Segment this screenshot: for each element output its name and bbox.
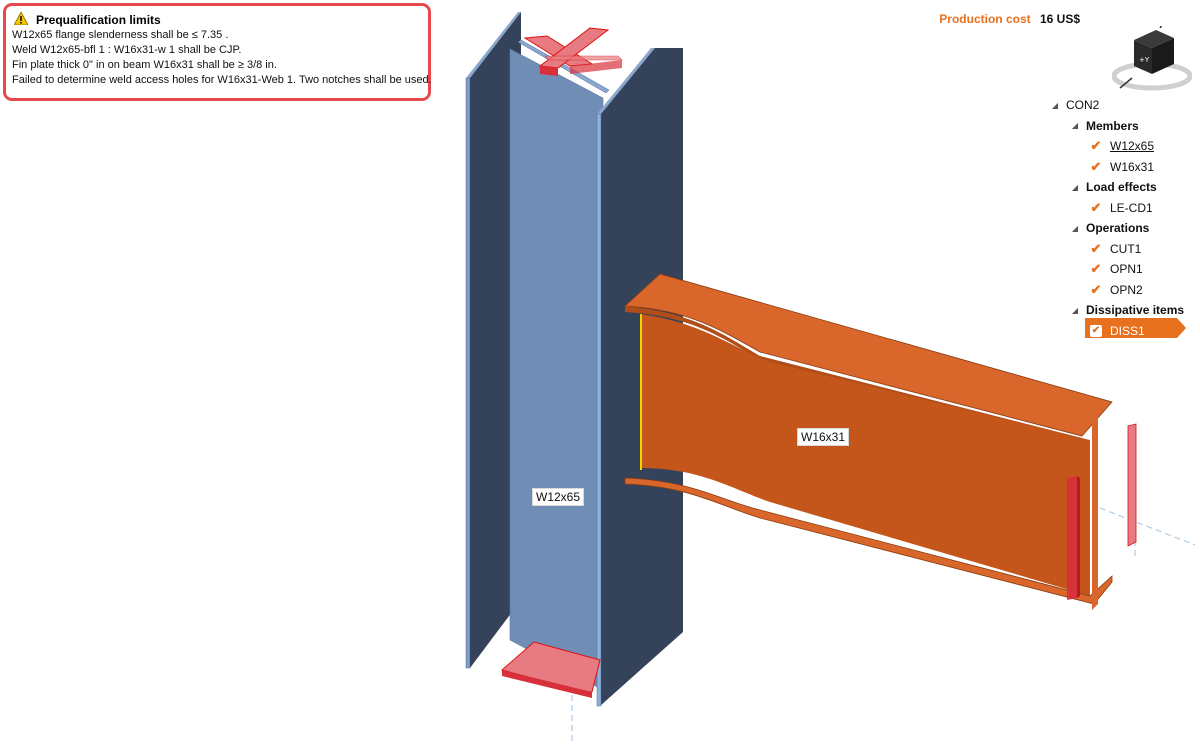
connection-tree[interactable]: ◢ CON2 ◢ Members ✔ W12x65 ✔ W16x31 ◢ Loa…	[1050, 95, 1195, 341]
tree-group-dissipative-items[interactable]: ◢ Dissipative items	[1050, 300, 1195, 321]
tree-group-label: Dissipative items	[1086, 303, 1185, 318]
tree-root-con2[interactable]: ◢ CON2	[1050, 95, 1195, 116]
checkmark-icon[interactable]: ✔	[1090, 283, 1102, 296]
tree-item-opn2[interactable]: ✔ OPN2	[1050, 280, 1195, 301]
model-viewport[interactable]	[0, 0, 1200, 750]
tree-item-label: CUT1	[1110, 241, 1142, 256]
tree-item-w12x65[interactable]: ✔ W12x65	[1050, 136, 1195, 157]
view-cube[interactable]: +Y	[1112, 26, 1192, 94]
tree-group-load-effects[interactable]: ◢ Load effects	[1050, 177, 1195, 198]
collapse-triangle-icon[interactable]: ◢	[1070, 183, 1080, 192]
warning-line: Failed to determine weld access holes fo…	[12, 74, 432, 86]
column-label: W12x65	[532, 488, 585, 506]
collapse-triangle-icon[interactable]: ◢	[1070, 224, 1080, 233]
tree-item-opn1[interactable]: ✔ OPN1	[1050, 259, 1195, 280]
view-cube-face-label: +Y	[1139, 56, 1150, 64]
tree-group-label: Members	[1086, 118, 1139, 133]
checkmark-icon[interactable]: ✔	[1090, 262, 1102, 275]
checkmark-icon[interactable]: ✔	[1090, 242, 1102, 255]
tree-item-w16x31[interactable]: ✔ W16x31	[1050, 157, 1195, 178]
tree-item-label: OPN1	[1110, 262, 1143, 277]
production-cost-value: 16 US$	[1039, 12, 1080, 26]
tree-group-label: Operations	[1086, 221, 1150, 236]
warning-title-text: Prequalification limits	[36, 13, 161, 27]
tree-item-label: W12x65	[1110, 139, 1155, 154]
checkmark-icon[interactable]: ✔	[1090, 201, 1102, 214]
tree-item-label: DISS1	[1110, 323, 1145, 338]
warning-line: W12x65 flange slenderness shall be ≤ 7.3…	[12, 29, 229, 41]
warning-title: Prequalification limits	[13, 11, 420, 28]
tree-group-members[interactable]: ◢ Members	[1050, 116, 1195, 137]
warning-line: Weld W12x65-bfl 1 : W16x31-w 1 shall be …	[12, 44, 242, 56]
tree-item-label: LE-CD1	[1110, 200, 1153, 215]
warning-icon	[13, 11, 29, 28]
prequalification-warning-panel: Prequalification limits W12x65 flange sl…	[3, 3, 432, 101]
tree-root-label: CON2	[1066, 98, 1100, 113]
production-cost: Production cost 16 US$	[939, 12, 1080, 26]
tree-item-diss1[interactable]: ✔ DISS1	[1050, 321, 1195, 342]
beam-w16x31[interactable]	[624, 273, 1113, 610]
collapse-triangle-icon[interactable]: ◢	[1050, 101, 1060, 110]
collapse-triangle-icon[interactable]: ◢	[1070, 121, 1080, 130]
checkmark-icon[interactable]: ✔	[1090, 160, 1102, 173]
beam-label: W16x31	[797, 428, 850, 446]
checkbox-checked-icon[interactable]: ✔	[1090, 324, 1102, 337]
collapse-triangle-icon[interactable]: ◢	[1070, 306, 1080, 315]
tree-item-label: OPN2	[1110, 282, 1143, 297]
tree-item-cut1[interactable]: ✔ CUT1	[1050, 239, 1195, 260]
production-cost-label: Production cost	[939, 12, 1031, 26]
warning-line: Fin plate thick 0" in on beam W16x31 sha…	[12, 59, 277, 71]
tree-item-label: W16x31	[1110, 159, 1155, 174]
tree-group-label: Load effects	[1086, 180, 1157, 195]
tree-group-operations[interactable]: ◢ Operations	[1050, 218, 1195, 239]
tree-item-le-cd1[interactable]: ✔ LE-CD1	[1050, 198, 1195, 219]
checkmark-icon[interactable]: ✔	[1090, 139, 1102, 152]
